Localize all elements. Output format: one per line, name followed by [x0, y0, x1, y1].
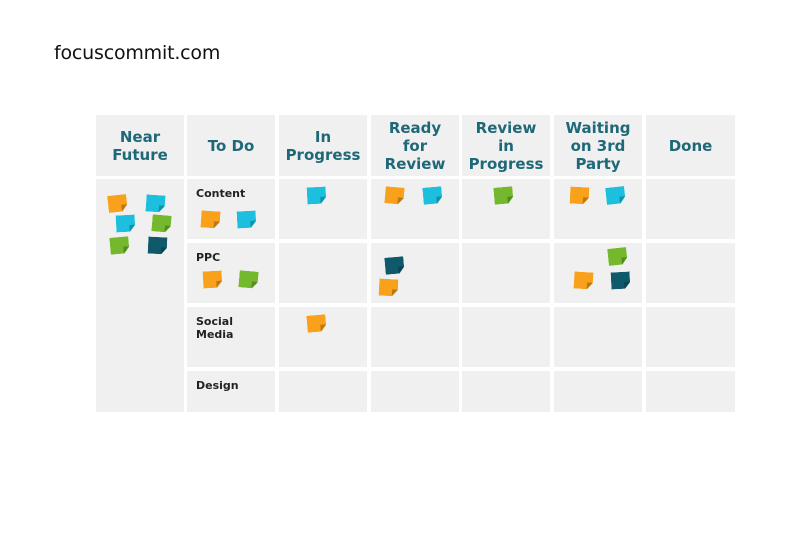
swimlane-design-to-do: Design [187, 371, 275, 412]
board-cell-content-done [646, 179, 735, 239]
swimlane-content-to-do: Content [187, 179, 275, 239]
kanban-board: Near Future To Do In Progress Ready for … [96, 115, 735, 412]
board-cell-social-media-ready-for-review [371, 307, 459, 367]
sticky-note-teal[interactable] [148, 237, 168, 255]
column-header-in-progress: In Progress [279, 115, 367, 176]
column-header-ready-for-review: Ready for Review [371, 115, 459, 176]
sticky-note-green[interactable] [151, 214, 171, 233]
board-cell-design-done [646, 371, 735, 412]
board-cell-content-waiting-on-3rd-party [554, 179, 642, 239]
swimlane-label-content: Content [196, 187, 246, 200]
column-header-near-future: Near Future [96, 115, 184, 176]
column-header-review-in-progress: Review in Progress [462, 115, 550, 176]
board-cell-ppc-in-progress [279, 243, 367, 303]
swimlane-label-ppc: PPC [196, 251, 221, 264]
swimlane-ppc-to-do: PPC [187, 243, 275, 303]
board-cell-design-waiting-on-3rd-party [554, 371, 642, 412]
board-cell-ppc-review-in-progress [462, 243, 550, 303]
board-cell-ppc-done [646, 243, 735, 303]
column-header-waiting-on-3rd-party: Waiting on 3rd Party [554, 115, 642, 176]
board-cell-design-ready-for-review [371, 371, 459, 412]
swimlane-label-social-media: Social Media [196, 315, 234, 341]
sticky-note-orange[interactable] [107, 194, 128, 213]
column-header-done: Done [646, 115, 735, 176]
sticky-note-green[interactable] [109, 236, 129, 255]
column-header-to-do: To Do [187, 115, 275, 176]
board-cell-design-review-in-progress [462, 371, 550, 412]
near-future-cell [96, 179, 184, 412]
board-cell-content-ready-for-review [371, 179, 459, 239]
swimlane-label-design: Design [196, 379, 239, 392]
sticky-note-cyan[interactable] [116, 215, 136, 233]
site-title: focuscommit.com [54, 42, 221, 64]
board-cell-social-media-review-in-progress [462, 307, 550, 367]
board-cell-social-media-done [646, 307, 735, 367]
sticky-note-cyan[interactable] [145, 194, 165, 212]
swimlane-social-media-to-do: Social Media [187, 307, 275, 367]
board-cell-social-media-waiting-on-3rd-party [554, 307, 642, 367]
board-cell-design-in-progress [279, 371, 367, 412]
